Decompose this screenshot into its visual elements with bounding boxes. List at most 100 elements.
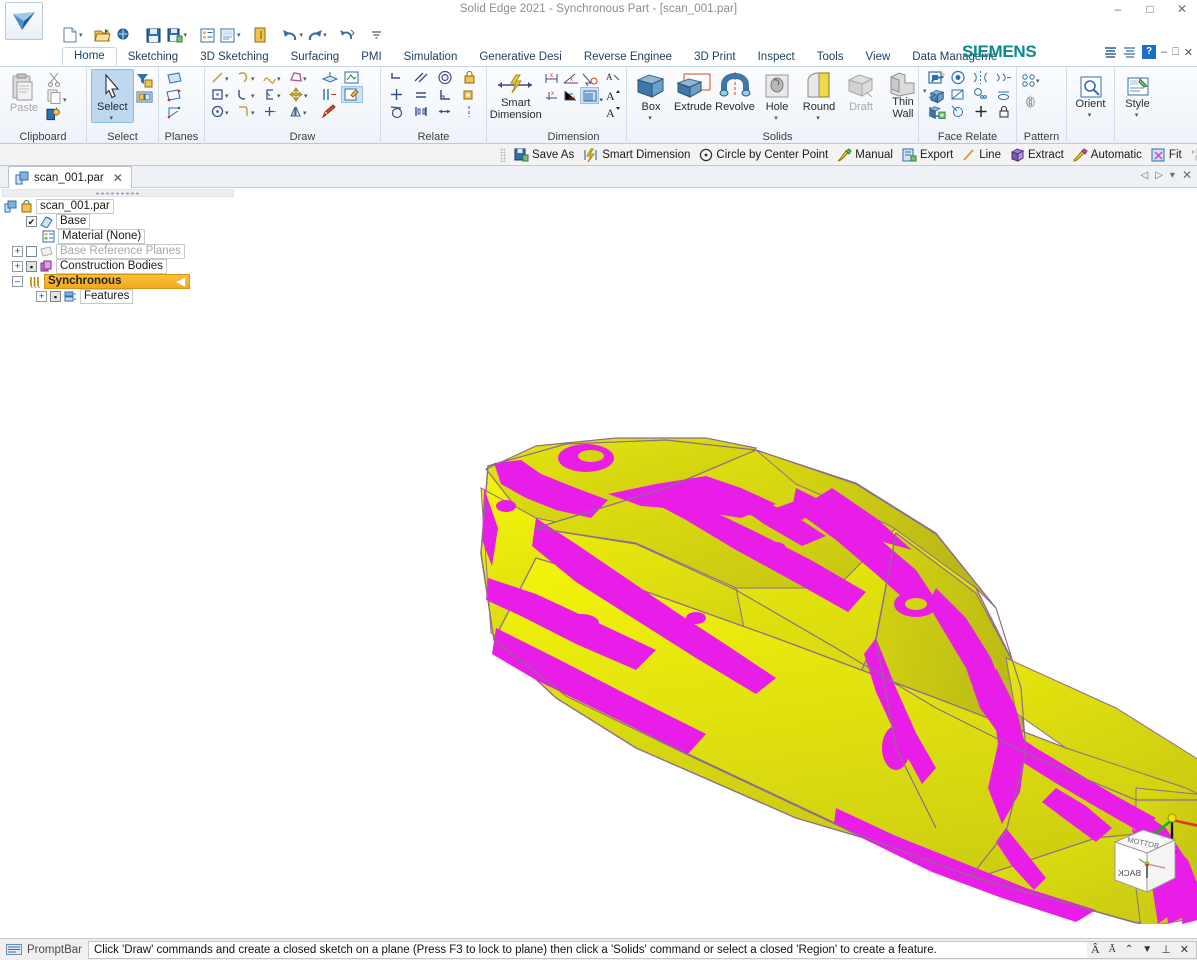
pattern-caret-icon[interactable]: ▾ [1036, 77, 1040, 85]
orient-caret-icon[interactable]: ▾ [1088, 111, 1092, 119]
cut-button[interactable] [46, 71, 63, 88]
circle-button[interactable]: ▾ [209, 103, 235, 120]
ribbon-close-button[interactable]: ✕ [1184, 46, 1193, 59]
increase-text-size-icon[interactable]: Â [1091, 942, 1100, 957]
print-caret-icon[interactable]: ▾ [237, 31, 241, 39]
save-as-caret-icon[interactable]: ▾ [184, 31, 188, 39]
ribbon-minimize-button[interactable]: – [1161, 46, 1167, 58]
trim-button[interactable] [261, 103, 287, 120]
sketch-region-button[interactable] [341, 69, 363, 86]
cmd-extract[interactable]: Extract [1007, 148, 1067, 162]
document-tab-scan-001[interactable]: scan_001.par ✕ [8, 166, 132, 188]
tab-prev-icon[interactable]: ◁ [1141, 170, 1149, 181]
copy-button[interactable] [46, 88, 63, 105]
tab-next-icon[interactable]: ▷ [1155, 170, 1163, 181]
tab-close-icon[interactable]: ✕ [1182, 168, 1192, 182]
customize-quick-access-button[interactable] [367, 25, 387, 45]
base-reference-planes-checkbox[interactable] [26, 246, 37, 257]
sketch-edit-button[interactable] [341, 86, 363, 103]
close-document-button[interactable] [251, 25, 271, 45]
tab-simulation[interactable]: Simulation [393, 49, 469, 66]
cmd-show-only[interactable]: Show Only [1188, 148, 1197, 162]
line-button[interactable]: ▾ [209, 69, 235, 86]
fillet-button[interactable]: ▾ [235, 86, 261, 103]
expander-plus-icon[interactable]: + [12, 246, 23, 257]
paste-button[interactable]: Paste [4, 69, 44, 115]
select-dimension-button[interactable] [580, 70, 599, 87]
expand-prompt-icon[interactable]: ▼ [1142, 944, 1152, 955]
tab-reverse-engineering[interactable]: Reverse Enginee [573, 49, 683, 66]
hole-caret-icon[interactable]: ▾ [774, 114, 778, 122]
tree-row-base-reference-planes[interactable]: + Base Reference Planes [0, 244, 236, 259]
tree-row-document[interactable]: scan_001.par [0, 199, 236, 214]
properties-button[interactable] [197, 25, 217, 45]
mirror-button[interactable]: ▾ [287, 103, 313, 120]
orient-button[interactable]: Orient ▾ [1071, 69, 1111, 119]
arc-button[interactable]: ▾ [235, 69, 261, 86]
tab-sketching[interactable]: Sketching [117, 49, 190, 66]
tree-row-synchronous[interactable]: – Synchronous ◀ [0, 274, 236, 289]
maximize-button[interactable]: □ [1141, 1, 1159, 17]
coaxial-button[interactable] [946, 69, 969, 86]
lock-face-button[interactable] [992, 103, 1015, 120]
select-caret-icon[interactable]: ▾ [110, 114, 114, 122]
symmetric-faces-button[interactable] [969, 69, 992, 86]
box-button[interactable]: Box ▾ [631, 69, 671, 122]
polygon-button[interactable]: ▾ [287, 69, 313, 86]
collapse-ribbon-icon[interactable] [1104, 46, 1118, 59]
repeat-button[interactable] [337, 25, 357, 45]
coincident-plane-button[interactable] [163, 70, 185, 87]
toolbar-grip[interactable] [500, 148, 506, 162]
plane-by-3-points-button[interactable] [163, 104, 185, 121]
tree-label-synchronous[interactable]: Synchronous ◀ [44, 274, 190, 289]
dimension-caret-icon[interactable]: ▾ [599, 96, 603, 104]
graphics-window[interactable]: X Z BOTTOM BACK [236, 188, 1197, 938]
tree-label-base[interactable]: Base [56, 214, 90, 229]
decrease-font-button[interactable]: A [605, 104, 622, 121]
tree-label-document[interactable]: scan_001.par [36, 199, 114, 214]
symmetric-button[interactable] [409, 103, 433, 120]
round-button[interactable]: Round ▾ [799, 69, 839, 122]
save-button[interactable] [144, 25, 164, 45]
angle-between-button[interactable]: x [561, 70, 580, 87]
select-button[interactable]: Select ▾ [91, 69, 134, 123]
parallel-button[interactable] [409, 69, 433, 86]
undo-button[interactable] [281, 25, 301, 45]
tangent-face-button[interactable] [946, 86, 969, 103]
cmd-smart-dimension[interactable]: Smart Dimension [580, 148, 693, 162]
parallel-faces-button[interactable] [992, 69, 1015, 86]
curve-button[interactable]: ▾ [261, 69, 287, 86]
tree-row-material[interactable]: Material (None) [0, 229, 236, 244]
scanned-part-model[interactable]: X Z [236, 188, 1197, 924]
print-button[interactable] [218, 25, 238, 45]
mirror-body-button[interactable] [1022, 93, 1039, 110]
style-button[interactable]: Style ▾ [1118, 69, 1158, 119]
expander-plus-icon[interactable]: + [36, 291, 47, 302]
cmd-export[interactable]: Export [899, 148, 956, 162]
smart-dimension-button[interactable]: SmartDimension [491, 69, 540, 121]
features-checkbox[interactable]: ▪ [50, 291, 61, 302]
undo-caret-icon[interactable]: ▾ [300, 31, 304, 39]
perpendicular-face-button[interactable] [923, 103, 946, 120]
chamfer-button[interactable]: ▾ [261, 86, 287, 103]
ribbon-restore-button[interactable]: ⎕ [1172, 46, 1179, 59]
offset-relation-button[interactable] [433, 103, 457, 120]
save-as-button[interactable] [165, 25, 185, 45]
tab-view[interactable]: View [855, 49, 902, 66]
text-angle-button[interactable]: A [605, 70, 622, 87]
thin-wall-button[interactable]: ThinWall [883, 69, 923, 120]
select-filter-button[interactable] [136, 71, 153, 88]
open-button[interactable] [93, 25, 113, 45]
project-curve-button[interactable] [319, 69, 341, 86]
half-section-button[interactable] [580, 87, 599, 104]
revolve-button[interactable]: Revolve [715, 69, 755, 114]
redo-caret-icon[interactable]: ▾ [323, 31, 327, 39]
search-button[interactable] [114, 25, 134, 45]
decrease-text-size-icon[interactable]: Ā [1109, 944, 1116, 955]
perpendicular-button[interactable] [385, 69, 409, 86]
offset-button[interactable] [319, 86, 341, 103]
pin-prompt-icon[interactable]: ⊥ [1161, 943, 1171, 956]
tree-row-features[interactable]: + ▪ Features [0, 289, 236, 304]
concentric-face-button[interactable] [969, 86, 992, 103]
tree-label-material[interactable]: Material (None) [58, 229, 145, 244]
